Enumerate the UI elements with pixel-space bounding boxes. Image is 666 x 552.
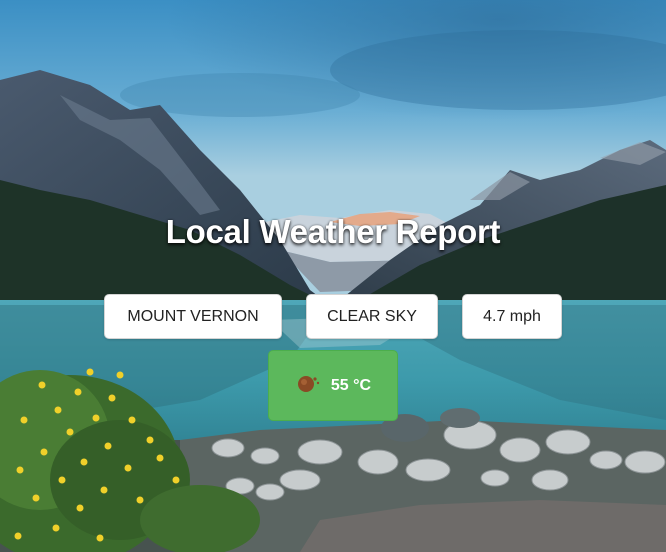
temperature-toggle-button[interactable]: 55 °C <box>268 350 398 421</box>
weather-app: Local Weather Report MOUNT VERNON CLEAR … <box>0 0 666 552</box>
page-title: Local Weather Report <box>165 213 501 250</box>
background-landscape-image <box>0 0 666 552</box>
temperature-value: 55 °C <box>330 376 372 394</box>
location-label: MOUNT VERNON <box>104 294 282 339</box>
wind-speed-label: 4.7 mph <box>462 294 562 339</box>
clear-sky-icon <box>295 372 321 399</box>
condition-label: CLEAR SKY <box>306 294 438 339</box>
